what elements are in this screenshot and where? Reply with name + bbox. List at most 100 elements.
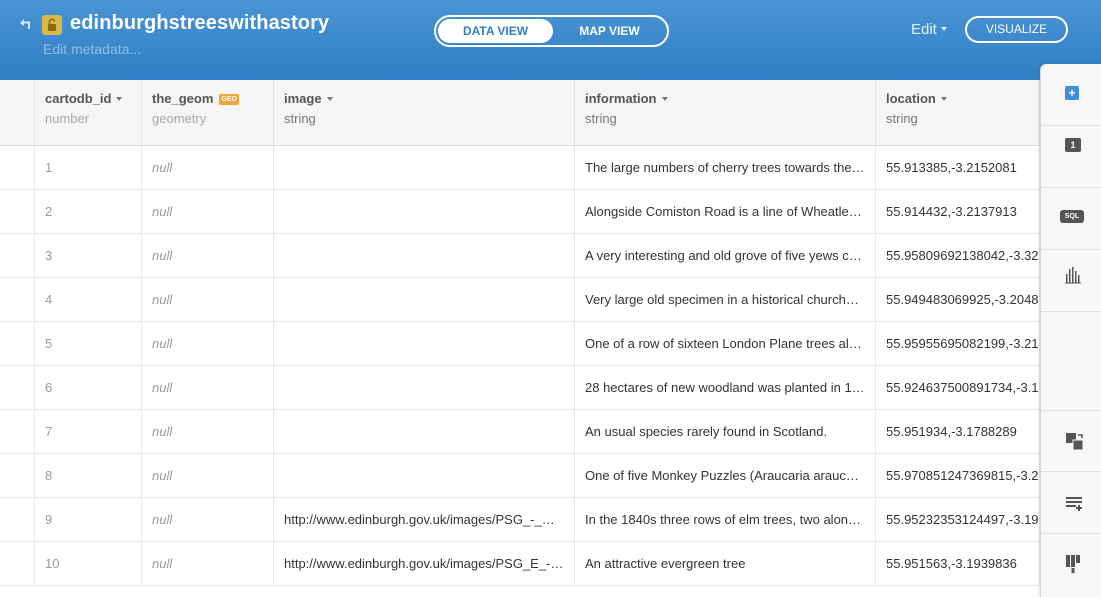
cell-location[interactable]: 55.914432,-3.2137913 [876,190,1040,234]
lock-icon[interactable] [42,15,62,35]
table-title[interactable]: edinburghstreeswithastory [70,12,329,35]
cell-image[interactable] [274,146,575,190]
cell-cartodb-id[interactable]: 7 [35,410,142,454]
cell-the-geom[interactable]: null [142,454,274,498]
add-column-tool[interactable] [1041,472,1101,534]
cell-image[interactable] [274,410,575,454]
cell-cartodb-id[interactable]: 3 [35,234,142,278]
chevron-down-icon[interactable] [326,97,333,101]
sql-tool[interactable]: SQL [1041,188,1101,250]
cell-cartodb-id[interactable]: 4 [35,278,142,322]
cell-information[interactable]: One of a row of sixteen London Plane tre… [575,322,876,366]
cell-image[interactable] [274,322,575,366]
cell-the-geom[interactable]: null [142,146,274,190]
chevron-down-icon[interactable] [940,97,947,101]
cell-location[interactable]: 55.913385,-3.2152081 [876,146,1040,190]
row-selector[interactable] [0,410,35,454]
column-header-the-geom[interactable]: the_geom GEO geometry [142,80,274,146]
table-row[interactable]: 7 null An usual species rarely found in … [0,410,1040,454]
table-row[interactable]: 3 null A very interesting and old grove … [0,234,1040,278]
cell-location[interactable]: 55.949483069925,-3.2048 [876,278,1040,322]
cell-image[interactable]: http://www.edinburgh.gov.uk/images/PSG_-… [274,498,575,542]
cell-the-geom[interactable]: null [142,278,274,322]
row-selector[interactable] [0,234,35,278]
edit-dropdown[interactable]: Edit [911,21,937,38]
back-arrow-icon[interactable] [15,15,35,35]
cell-cartodb-id[interactable]: 1 [35,146,142,190]
cell-information[interactable]: One of five Monkey Puzzles (Araucaria ar… [575,454,876,498]
column-header-cartodb-id[interactable]: cartodb_id number [35,80,142,146]
cell-the-geom[interactable]: null [142,542,274,586]
cell-information[interactable]: 28 hectares of new woodland was planted … [575,366,876,410]
chevron-down-icon[interactable] [661,97,668,101]
table-row[interactable]: 2 null Alongside Comiston Road is a line… [0,190,1040,234]
row-selector[interactable] [0,498,35,542]
filter-tool[interactable] [1041,534,1101,596]
table-row[interactable]: 6 null 28 hectares of new woodland was p… [0,366,1040,410]
cell-image[interactable] [274,366,575,410]
cell-information[interactable]: Alongside Comiston Road is a line of Whe… [575,190,876,234]
column-header-image[interactable]: image string [274,80,575,146]
cell-the-geom[interactable]: null [142,322,274,366]
cell-the-geom[interactable]: null [142,366,274,410]
visualize-button[interactable]: VISUALIZE [965,16,1068,43]
cell-image[interactable] [274,278,575,322]
cell-location[interactable]: 55.951563,-3.1939836 [876,542,1040,586]
cell-information[interactable]: A very interesting and old grove of five… [575,234,876,278]
cell-information[interactable]: An usual species rarely found in Scotlan… [575,410,876,454]
column-header-information[interactable]: information string [575,80,876,146]
cell-image[interactable]: http://www.edinburgh.gov.uk/images/PSG_E… [274,542,575,586]
cell-the-geom[interactable]: null [142,234,274,278]
map-view-tab[interactable]: MAP VIEW [554,19,665,43]
cell-information[interactable]: An attractive evergreen tree [575,542,876,586]
cell-the-geom[interactable]: null [142,498,274,542]
add-row-icon[interactable]: + [1065,86,1079,100]
cell-cartodb-id[interactable]: 8 [35,454,142,498]
cell-cartodb-id[interactable]: 2 [35,190,142,234]
table-row[interactable]: 1 null The large numbers of cherry trees… [0,146,1040,190]
edit-metadata-link[interactable]: Edit metadata... [43,41,141,57]
table-row[interactable]: 9 null http://www.edinburgh.gov.uk/image… [0,498,1040,542]
cell-location[interactable]: 55.924637500891734,-3.1 [876,366,1040,410]
cell-image[interactable] [274,190,575,234]
cell-cartodb-id[interactable]: 10 [35,542,142,586]
table-row[interactable]: 5 null One of a row of sixteen London Pl… [0,322,1040,366]
cell-cartodb-id[interactable]: 6 [35,366,142,410]
row-selector[interactable] [0,542,35,586]
column-header-location[interactable]: location string [876,80,1040,146]
row-selector[interactable] [0,454,35,498]
merge-tables-icon[interactable] [1065,432,1085,452]
table-row[interactable]: 10 null http://www.edinburgh.gov.uk/imag… [0,542,1040,586]
histogram-icon[interactable] [1065,266,1081,284]
sql-icon[interactable]: SQL [1060,210,1084,223]
cell-information[interactable]: Very large old specimen in a historical … [575,278,876,322]
row-selector[interactable] [0,190,35,234]
add-column-icon[interactable] [1065,496,1083,512]
row-selector[interactable] [0,366,35,410]
chevron-down-icon[interactable] [116,97,123,101]
histogram-tool[interactable] [1041,250,1101,312]
cell-image[interactable] [274,234,575,278]
table-row[interactable]: 8 null One of five Monkey Puzzles (Arauc… [0,454,1040,498]
cell-cartodb-id[interactable]: 9 [35,498,142,542]
cell-location[interactable]: 55.95232353124497,-3.19 [876,498,1040,542]
cell-location[interactable]: 55.970851247369815,-3.2 [876,454,1040,498]
cell-location[interactable]: 55.951934,-3.1788289 [876,410,1040,454]
filter-icon[interactable] [1065,554,1081,574]
data-view-tab[interactable]: DATA VIEW [438,19,553,43]
table-row[interactable]: 4 null Very large old specimen in a hist… [0,278,1040,322]
row-selector[interactable] [0,146,35,190]
number-icon[interactable]: 1 [1065,138,1081,152]
cell-information[interactable]: In the 1840s three rows of elm trees, tw… [575,498,876,542]
add-row-tool[interactable]: + [1041,64,1101,126]
number-tool[interactable]: 1 [1041,126,1101,188]
cell-cartodb-id[interactable]: 5 [35,322,142,366]
cell-location[interactable]: 55.95955695082199,-3.21 [876,322,1040,366]
cell-the-geom[interactable]: null [142,410,274,454]
cell-image[interactable] [274,454,575,498]
merge-tables-tool[interactable] [1041,410,1101,472]
cell-the-geom[interactable]: null [142,190,274,234]
cell-location[interactable]: 55.95809692138042,-3.32 [876,234,1040,278]
row-selector[interactable] [0,322,35,366]
cell-information[interactable]: The large numbers of cherry trees toward… [575,146,876,190]
